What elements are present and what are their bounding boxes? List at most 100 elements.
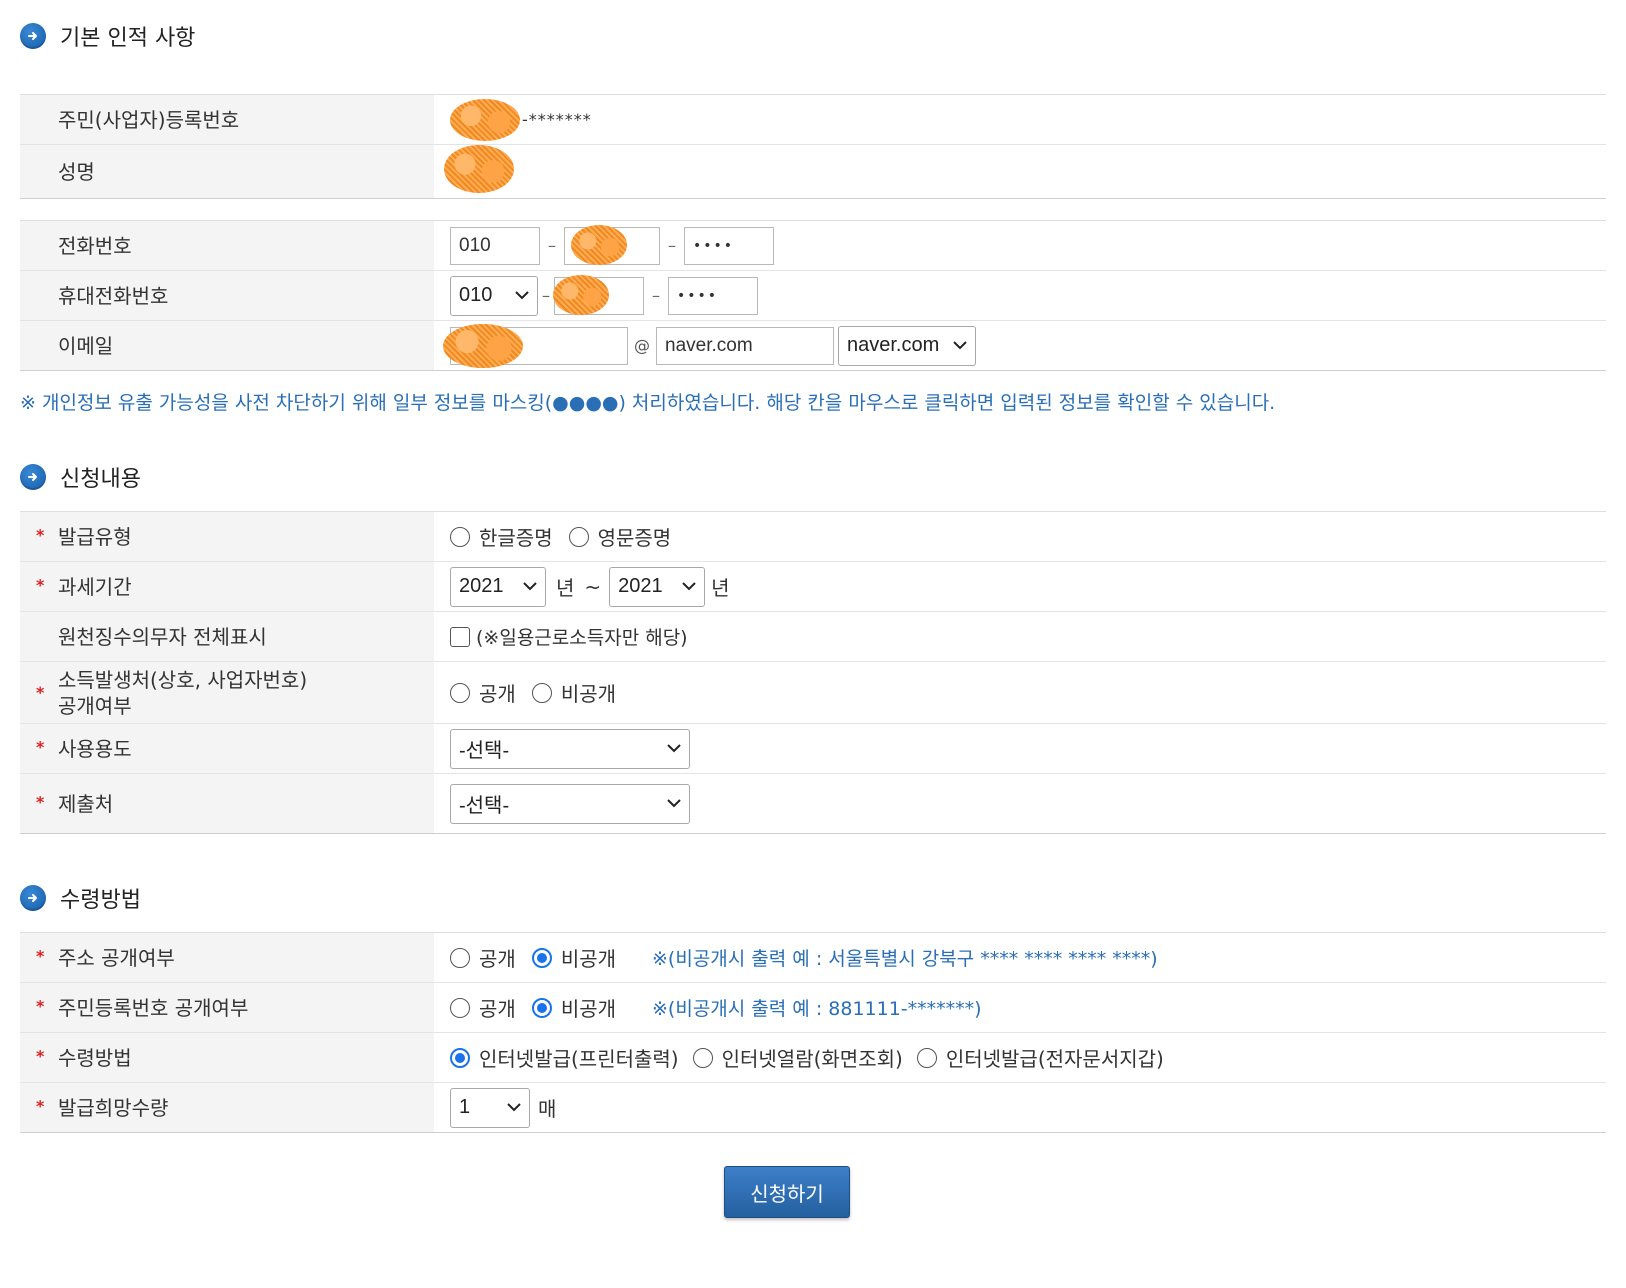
required-mark: * <box>36 683 45 702</box>
row-rrn-public: * 주민등록번호 공개여부 공개 비공개 ※(비공개시 출력 예 : 881111… <box>20 982 1606 1033</box>
section-title: 신청내용 <box>60 467 141 492</box>
issue-type-label: 발급유형 <box>58 524 132 549</box>
address-public-radio[interactable]: 공개 <box>450 943 516 972</box>
withholding-label: 원천징수의무자 전체표시 <box>20 611 434 662</box>
radio-checked[interactable] <box>531 947 552 968</box>
phone-prefix-input[interactable]: 010 <box>450 226 540 265</box>
basic-info-table: 주민(사업자)등록번호 -******* 성명 <box>20 94 1606 199</box>
withholding-note: (※일용근로소득자만 해당) <box>476 627 688 649</box>
radio-unchecked[interactable] <box>450 526 470 547</box>
masked-scribble <box>444 145 514 193</box>
usage-label: 사용용도 <box>58 736 132 761</box>
chevron-down-icon <box>507 1103 521 1112</box>
radio-unchecked[interactable] <box>568 526 589 547</box>
section-heading-basic: 기본 인적 사항 <box>20 20 195 52</box>
phone-label: 전화번호 <box>20 220 434 271</box>
row-name: 성명 <box>20 144 1606 199</box>
chevron-down-icon <box>682 582 696 591</box>
dash: – <box>652 286 660 305</box>
row-rrn: 주민(사업자)등록번호 -******* <box>20 94 1606 145</box>
chevron-down-icon <box>953 341 967 350</box>
required-mark: * <box>36 1046 45 1066</box>
tax-from-select[interactable]: 2021 <box>450 566 546 607</box>
section-heading-application: 신청내용 <box>20 461 141 493</box>
masked-scribble <box>553 274 609 315</box>
chevron-down-icon <box>523 582 537 591</box>
row-submit-to: * 제출처 -선택- <box>20 773 1606 834</box>
rrn-public-radio[interactable]: 공개 <box>450 993 516 1022</box>
address-note: ※(비공개시 출력 예 : 서울특별시 강북구 **** **** **** *… <box>652 948 1158 970</box>
quantity-unit: 매 <box>538 1097 557 1121</box>
tax-to-select[interactable]: 2021 <box>609 566 706 607</box>
income-source-private-radio[interactable]: 비공개 <box>531 678 616 707</box>
radio-unchecked[interactable] <box>916 1047 937 1068</box>
radio-checked[interactable] <box>531 997 552 1018</box>
row-income-source: * 소득발생처(상호, 사업자번호) 공개여부 공개 비공개 <box>20 661 1606 724</box>
arrow-right-circle-icon <box>20 464 46 490</box>
mobile-prefix-select[interactable]: 010 <box>450 275 538 316</box>
issue-type-korean-radio[interactable]: 한글증명 <box>450 522 553 551</box>
year-unit: 년 <box>711 576 730 600</box>
section-title: 수령방법 <box>60 888 141 913</box>
email-id-input[interactable] <box>443 323 628 368</box>
row-withholding: 원천징수의무자 전체표시 (※일용근로소득자만 해당) <box>20 611 1606 662</box>
email-label: 이메일 <box>20 320 434 371</box>
email-domain-select[interactable]: naver.com <box>838 325 976 366</box>
radio-unchecked[interactable] <box>692 1047 713 1068</box>
method-print-radio[interactable]: 인터넷발급(프린터출력) <box>450 1043 679 1072</box>
row-mobile: 휴대전화번호 010 – – •••• <box>20 270 1606 321</box>
year-unit: 년 <box>556 576 575 600</box>
masked-scribble <box>443 323 523 368</box>
dash: – <box>548 236 556 255</box>
submit-to-select[interactable]: -선택- <box>450 783 690 824</box>
row-method: * 수령방법 인터넷발급(프린터출력) 인터넷열람(화면조회) 인터넷발급(전자문… <box>20 1032 1606 1083</box>
arrow-right-circle-icon <box>20 885 46 911</box>
income-source-label-2: 공개여부 <box>58 693 132 718</box>
section-heading-receipt: 수령방법 <box>20 882 141 914</box>
mobile-middle-input[interactable] <box>553 274 644 315</box>
row-address-public: * 주소 공개여부 공개 비공개 ※(비공개시 출력 예 : 서울특별시 강북구 … <box>20 932 1606 983</box>
method-view-radio[interactable]: 인터넷열람(화면조회) <box>692 1043 903 1072</box>
quantity-label: 발급희망수량 <box>58 1095 169 1120</box>
mobile-prefix-value: 010 <box>459 284 493 306</box>
required-mark: * <box>36 996 45 1016</box>
radio-unchecked[interactable] <box>450 947 470 968</box>
mobile-label: 휴대전화번호 <box>20 270 434 321</box>
row-email: 이메일 @ naver.com naver.com <box>20 320 1606 371</box>
address-public-label: 주소 공개여부 <box>58 945 175 970</box>
row-issue-type: * 발급유형 한글증명 영문증명 <box>20 511 1606 562</box>
issue-type-english-radio[interactable]: 영문증명 <box>568 522 671 551</box>
method-wallet-radio[interactable]: 인터넷발급(전자문서지갑) <box>916 1043 1164 1072</box>
section-title: 기본 인적 사항 <box>60 26 196 51</box>
radio-unchecked[interactable] <box>531 682 552 703</box>
submit-button[interactable]: 신청하기 <box>724 1166 850 1218</box>
required-mark: * <box>36 737 45 757</box>
address-private-radio[interactable]: 비공개 <box>531 943 616 972</box>
quantity-select[interactable]: 1 <box>450 1087 530 1128</box>
radio-checked[interactable] <box>450 1047 470 1068</box>
chevron-down-icon <box>667 799 681 808</box>
submit-to-label: 제출처 <box>58 791 114 816</box>
row-usage: * 사용용도 -선택- <box>20 723 1606 774</box>
phone-last-input[interactable]: •••• <box>684 226 774 265</box>
dash: – <box>542 286 550 305</box>
row-phone: 전화번호 010 – – •••• <box>20 220 1606 271</box>
mobile-last-input[interactable]: •••• <box>668 276 758 315</box>
withholding-checkbox[interactable] <box>450 626 470 647</box>
usage-select[interactable]: -선택- <box>450 728 690 769</box>
row-quantity: * 발급희망수량 1 매 <box>20 1082 1606 1133</box>
email-domain-input[interactable]: naver.com <box>656 326 834 365</box>
email-domain-select-value: naver.com <box>847 334 940 356</box>
phone-middle-input[interactable] <box>564 224 660 265</box>
rrn-private-radio[interactable]: 비공개 <box>531 993 616 1022</box>
masking-notice: ※ 개인정보 유출 가능성을 사전 차단하기 위해 일부 정보를 마스킹(●●●… <box>20 392 1276 414</box>
chevron-down-icon <box>667 744 681 753</box>
income-source-public-radio[interactable]: 공개 <box>450 678 516 707</box>
masked-scribble <box>571 224 627 265</box>
rrn-masked-suffix: -******* <box>522 110 592 129</box>
radio-unchecked[interactable] <box>450 682 470 703</box>
contact-table: 전화번호 010 – – •••• 휴대전화번호 010 – – •••• 이메… <box>20 220 1606 371</box>
method-label: 수령방법 <box>58 1045 132 1070</box>
rrn-label: 주민(사업자)등록번호 <box>20 94 434 145</box>
radio-unchecked[interactable] <box>450 997 470 1018</box>
